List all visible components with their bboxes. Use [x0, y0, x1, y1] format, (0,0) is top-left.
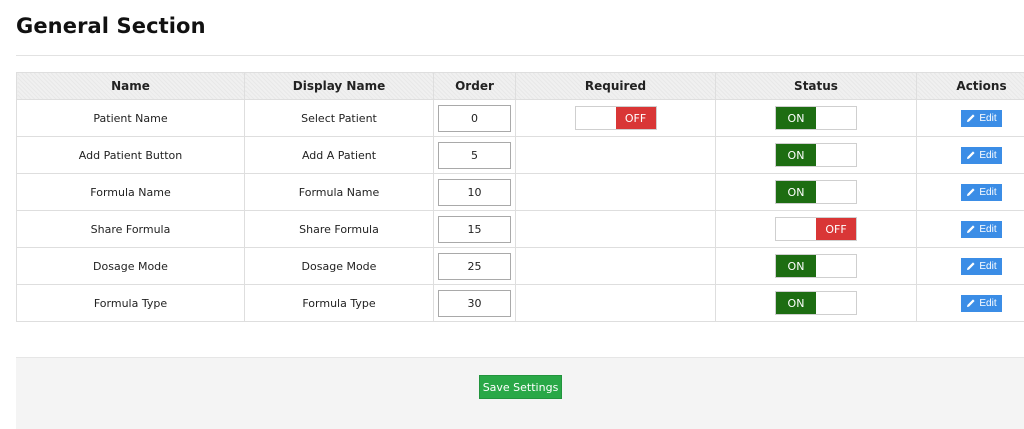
edit-button-label: Edit	[979, 223, 997, 235]
cell-actions: Edit	[916, 136, 1024, 174]
edit-button-label: Edit	[979, 297, 997, 309]
cell-required	[515, 247, 716, 285]
order-input[interactable]	[438, 178, 511, 206]
table-row: Formula NameFormula Name ON Edit	[16, 173, 1024, 211]
cell-required: OFF	[515, 99, 716, 137]
cell-actions: Edit	[916, 210, 1024, 248]
order-input[interactable]	[438, 289, 511, 317]
cell-display-name: Dosage Mode	[244, 247, 434, 285]
header-order: Order	[433, 72, 516, 100]
cell-actions: Edit	[916, 284, 1024, 322]
pencil-icon	[967, 151, 975, 159]
required-toggle[interactable]: OFF	[574, 106, 657, 130]
cell-required	[515, 284, 716, 322]
status-toggle[interactable]: OFF	[775, 217, 857, 241]
edit-button[interactable]: Edit	[961, 257, 1002, 275]
table-row: Formula TypeFormula Type ON Edit	[16, 284, 1024, 322]
table-row: Dosage ModeDosage Mode ON Edit	[16, 247, 1024, 285]
cell-name: Patient Name	[16, 99, 245, 137]
required-handle	[575, 107, 616, 129]
status-handle	[816, 144, 856, 166]
cell-actions: Edit	[916, 173, 1024, 211]
cell-display-name: Formula Name	[244, 173, 434, 211]
status-toggle[interactable]: ON	[775, 180, 857, 204]
save-settings-button[interactable]: Save Settings	[479, 375, 562, 399]
status-toggle[interactable]: ON	[775, 254, 857, 278]
cell-actions: Edit	[916, 99, 1024, 137]
table-row: Add Patient ButtonAdd A Patient ON Edit	[16, 136, 1024, 174]
status-handle	[816, 107, 856, 129]
cell-name: Share Formula	[16, 210, 245, 248]
status-handle	[816, 181, 856, 203]
footer-panel: Save Settings	[16, 357, 1024, 429]
edit-button[interactable]: Edit	[961, 146, 1002, 164]
cell-name: Dosage Mode	[16, 247, 245, 285]
cell-status: ON	[715, 173, 917, 211]
edit-button-label: Edit	[979, 112, 997, 124]
cell-display-name: Select Patient	[244, 99, 434, 137]
header-required: Required	[515, 72, 716, 100]
cell-display-name: Add A Patient	[244, 136, 434, 174]
cell-order	[433, 136, 516, 174]
required-off-label: OFF	[615, 107, 656, 129]
cell-status: ON	[715, 247, 917, 285]
edit-button-label: Edit	[979, 260, 997, 272]
cell-status: ON	[715, 99, 917, 137]
header-name: Name	[16, 72, 245, 100]
status-handle	[816, 292, 856, 314]
cell-order	[433, 210, 516, 248]
status-handle	[776, 218, 816, 240]
header-status: Status	[715, 72, 917, 100]
status-on-label: ON	[776, 144, 816, 166]
status-on-label: ON	[776, 255, 816, 277]
table-header-row: Name Display Name Order Required Status …	[16, 72, 1024, 100]
cell-order	[433, 247, 516, 285]
status-on-label: ON	[776, 107, 816, 129]
cell-required	[515, 210, 716, 248]
cell-required	[515, 136, 716, 174]
status-toggle[interactable]: ON	[775, 106, 857, 130]
cell-display-name: Share Formula	[244, 210, 434, 248]
title-divider	[16, 55, 1024, 56]
table-row: Share FormulaShare Formula OFF Edit	[16, 210, 1024, 248]
cell-name: Formula Type	[16, 284, 245, 322]
status-on-label: ON	[776, 292, 816, 314]
status-on-label: ON	[776, 181, 816, 203]
cell-required	[515, 173, 716, 211]
edit-button[interactable]: Edit	[961, 220, 1002, 238]
cell-order	[433, 284, 516, 322]
table-row: Patient NameSelect Patient OFF ON Edit	[16, 99, 1024, 137]
pencil-icon	[967, 299, 975, 307]
pencil-icon	[967, 262, 975, 270]
status-toggle[interactable]: ON	[775, 143, 857, 167]
cell-actions: Edit	[916, 247, 1024, 285]
fields-table: Name Display Name Order Required Status …	[16, 72, 1024, 322]
edit-button-label: Edit	[979, 186, 997, 198]
cell-order	[433, 99, 516, 137]
status-toggle[interactable]: ON	[775, 291, 857, 315]
edit-button[interactable]: Edit	[961, 109, 1002, 127]
edit-button-label: Edit	[979, 149, 997, 161]
cell-display-name: Formula Type	[244, 284, 434, 322]
cell-name: Formula Name	[16, 173, 245, 211]
cell-status: ON	[715, 284, 917, 322]
order-input[interactable]	[438, 141, 511, 169]
cell-status: OFF	[715, 210, 917, 248]
header-display-name: Display Name	[244, 72, 434, 100]
cell-status: ON	[715, 136, 917, 174]
order-input[interactable]	[438, 104, 511, 132]
edit-button[interactable]: Edit	[961, 294, 1002, 312]
page-title: General Section	[16, 14, 206, 38]
pencil-icon	[967, 225, 975, 233]
cell-order	[433, 173, 516, 211]
pencil-icon	[967, 114, 975, 122]
status-handle	[816, 255, 856, 277]
pencil-icon	[967, 188, 975, 196]
cell-name: Add Patient Button	[16, 136, 245, 174]
edit-button[interactable]: Edit	[961, 183, 1002, 201]
header-actions: Actions	[916, 72, 1024, 100]
order-input[interactable]	[438, 252, 511, 280]
order-input[interactable]	[438, 215, 511, 243]
status-off-label: OFF	[816, 218, 856, 240]
